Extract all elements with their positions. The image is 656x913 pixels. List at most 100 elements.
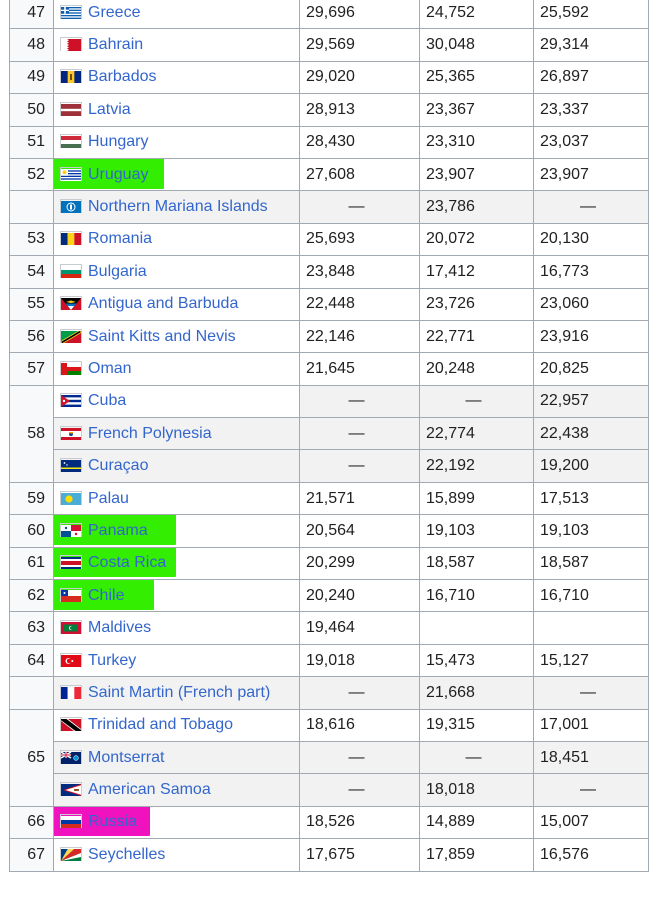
- gdp-value-cell-2: 16,710: [419, 579, 534, 613]
- country-cell: Curaçao: [53, 449, 300, 483]
- country-link[interactable]: Latvia: [88, 101, 131, 118]
- gdp-value-cell-1: 29,569: [299, 28, 420, 62]
- rank-cell: 66: [9, 805, 54, 840]
- gdp-value-cell-1: 20,299: [299, 546, 420, 581]
- gdp-value-cell-2: 23,786: [419, 190, 534, 224]
- country-link[interactable]: Romania: [88, 230, 152, 247]
- country-link[interactable]: French Polynesia: [88, 425, 212, 442]
- country-cell: Barbados: [53, 60, 300, 95]
- cuba-flag-icon: [60, 393, 82, 408]
- gdp-value-cell-1: 25,693: [299, 222, 420, 257]
- table-row: 61 Costa Rica 20,299 18,587 18,587: [9, 546, 649, 581]
- country-link[interactable]: Bahrain: [88, 36, 143, 53]
- rank-cell: 58: [9, 384, 54, 483]
- country-cell: Seychelles: [53, 838, 300, 872]
- country-link[interactable]: Panama: [88, 522, 148, 539]
- country-cell: Oman: [53, 352, 300, 386]
- country-link[interactable]: Greece: [88, 4, 140, 21]
- gdp-value-cell-1: 29,696: [299, 0, 420, 30]
- bulgaria-flag-icon: [60, 263, 82, 278]
- country-link[interactable]: Saint Martin (French part): [88, 684, 270, 701]
- gdp-value-cell-3: 16,710: [533, 579, 649, 613]
- table-row: 62 Chile 20,240 16,710 16,710: [9, 579, 649, 613]
- country-cell: Romania: [53, 222, 300, 257]
- country-link[interactable]: Barbados: [88, 68, 157, 85]
- country-link[interactable]: Cuba: [88, 392, 126, 409]
- gdp-value-cell-1: —: [299, 740, 420, 775]
- country-link[interactable]: Montserrat: [88, 749, 164, 766]
- country-link[interactable]: Curaçao: [88, 457, 148, 474]
- table-row: 63 Maldives 19,464: [9, 611, 649, 645]
- country-link[interactable]: Uruguay: [88, 166, 148, 183]
- country-link[interactable]: Seychelles: [88, 846, 165, 863]
- table-row: 59 Palau 21,571 15,899 17,513: [9, 481, 649, 516]
- country-link[interactable]: Bulgaria: [88, 263, 147, 280]
- gdp-value-cell-2: 17,412: [419, 255, 534, 289]
- country-cell: Antigua and Barbuda: [53, 287, 300, 321]
- gdp-value-cell-3: 25,592: [533, 0, 649, 30]
- country-cell: Palau: [53, 481, 300, 516]
- gdp-value-cell-2: 20,248: [419, 352, 534, 386]
- northern-mariana-islands-flag-icon: [60, 199, 82, 214]
- country-cell: Maldives: [53, 611, 300, 645]
- country-link[interactable]: Costa Rica: [88, 554, 166, 571]
- gdp-value-cell-3: 19,103: [533, 514, 649, 548]
- country-cell-content: Costa Rica: [54, 548, 176, 578]
- country-link[interactable]: Saint Kitts and Nevis: [88, 328, 236, 345]
- gdp-value-cell-1: 19,464: [299, 611, 420, 645]
- gdp-value-cell-1: 27,608: [299, 157, 420, 192]
- gdp-value-cell-1: —: [299, 384, 420, 419]
- saint-kitts-and-nevis-flag-icon: [60, 328, 82, 343]
- gdp-value-cell-1: 19,018: [299, 643, 420, 678]
- gdp-value-cell-2: 22,774: [419, 417, 534, 451]
- montserrat-flag-icon: [60, 749, 82, 764]
- country-cell-content: Chile: [54, 580, 154, 610]
- gdp-value-cell-3: 19,200: [533, 449, 649, 483]
- country-link[interactable]: Northern Mariana Islands: [88, 198, 268, 215]
- country-link[interactable]: Maldives: [88, 619, 151, 636]
- country-link[interactable]: Turkey: [88, 652, 136, 669]
- gdp-value-cell-2: 20,072: [419, 222, 534, 257]
- romania-flag-icon: [60, 231, 82, 246]
- gdp-value-cell-3: 15,127: [533, 643, 649, 678]
- barbados-flag-icon: [60, 69, 82, 84]
- gdp-value-cell-3: 29,314: [533, 28, 649, 62]
- french-polynesia-flag-icon: [60, 425, 82, 440]
- chile-flag-icon: [60, 587, 82, 602]
- country-cell-content: Greece: [60, 4, 140, 22]
- table-row: American Samoa —18,018—: [10, 773, 649, 807]
- country-link[interactable]: Oman: [88, 360, 132, 377]
- gdp-value-cell-3: 22,438: [533, 417, 649, 451]
- country-cell: Northern Mariana Islands: [53, 190, 300, 224]
- antigua-and-barbuda-flag-icon: [60, 296, 82, 311]
- table-row: 67 Seychelles 17,675 17,859 16,576: [9, 838, 649, 872]
- country-cell-content: Seychelles: [60, 846, 165, 864]
- rank-cell: 63: [9, 611, 54, 645]
- rank-cell: 60: [9, 514, 54, 548]
- table-body: 47 Greece 29,696 24,752 25,592 48 Bahrain 29,56…: [9, 0, 649, 872]
- country-cell: Costa Rica: [53, 546, 300, 581]
- country-link[interactable]: Trinidad and Tobago: [88, 716, 233, 733]
- gdp-value-cell-3: 23,916: [533, 319, 649, 354]
- gdp-value-cell-3: 17,513: [533, 481, 649, 516]
- country-link[interactable]: Hungary: [88, 133, 148, 150]
- country-cell: American Samoa: [53, 773, 300, 807]
- table-row: 66 Russia 18,526 14,889 15,007: [9, 805, 649, 840]
- gdp-value-cell-1: 28,913: [299, 93, 420, 127]
- gdp-value-cell-3: —: [533, 190, 649, 224]
- country-link[interactable]: Chile: [88, 587, 124, 604]
- country-cell-content: Curaçao: [60, 457, 148, 475]
- table-row: French Polynesia —22,774 22,438: [10, 417, 649, 451]
- country-link[interactable]: Russia: [88, 813, 137, 830]
- country-link[interactable]: American Samoa: [88, 781, 211, 798]
- gdp-value-cell-1: 21,645: [299, 352, 420, 386]
- gdp-value-cell-2: 19,315: [419, 708, 534, 742]
- country-link[interactable]: Antigua and Barbuda: [88, 295, 238, 312]
- gdp-value-cell-2: 23,310: [419, 125, 534, 159]
- country-cell-content: Montserrat: [60, 749, 164, 767]
- gdp-value-cell-2: 18,018: [419, 773, 534, 807]
- gdp-value-cell-1: 17,675: [299, 838, 420, 872]
- country-link[interactable]: Palau: [88, 490, 129, 507]
- gdp-value-cell-1: 18,526: [299, 805, 420, 840]
- gdp-table-container: 47 Greece 29,696 24,752 25,592 48 Bahrain 29,56…: [9, 0, 649, 872]
